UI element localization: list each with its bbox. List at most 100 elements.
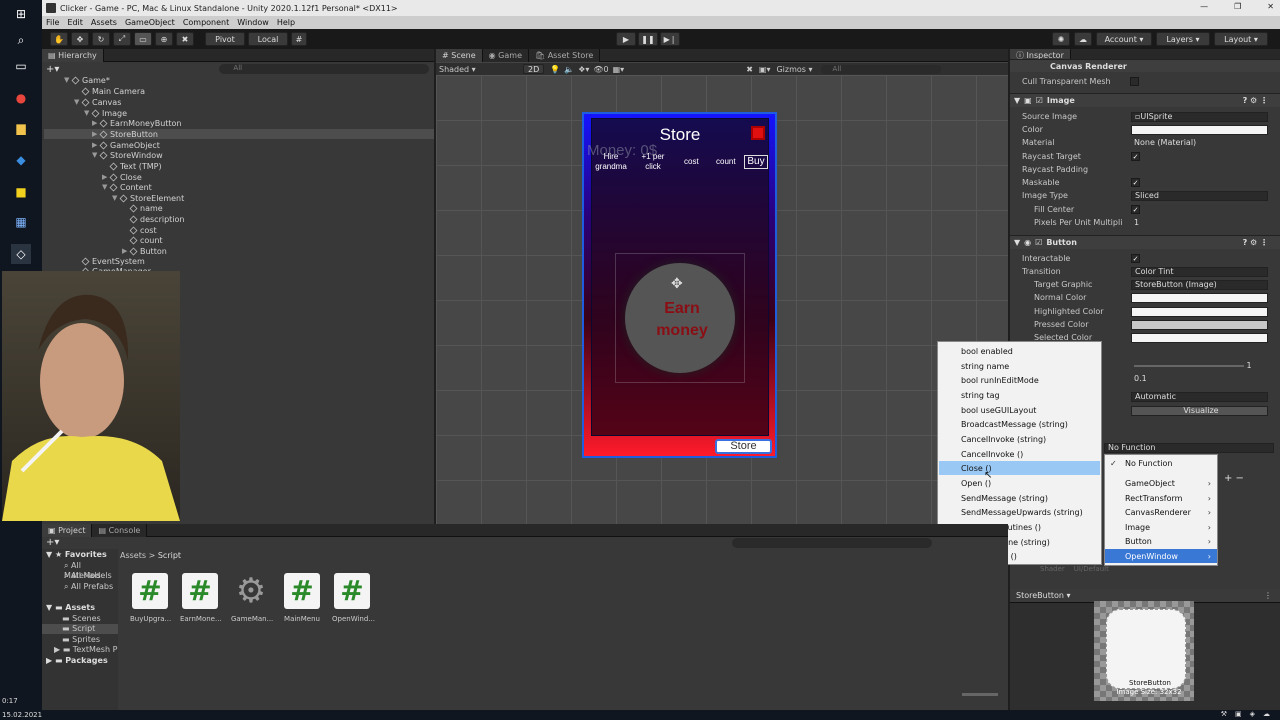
- fill-center-checkbox[interactable]: ✓: [1131, 205, 1140, 214]
- asset-item[interactable]: # BuyUpgra...: [130, 573, 171, 623]
- image-enabled-checkbox[interactable]: ☑: [1036, 96, 1043, 105]
- submenu-gameobject[interactable]: GameObject ›: [1105, 476, 1217, 490]
- layout-dropdown[interactable]: Layout ▾: [1214, 32, 1268, 46]
- target-graphic-field[interactable]: StoreButton (Image): [1131, 279, 1268, 290]
- unity-taskbar-icon[interactable]: ◇: [11, 244, 31, 264]
- tab-game[interactable]: ◉ Game: [482, 48, 529, 62]
- rect-tool-icon[interactable]: ▭: [134, 32, 152, 46]
- add-icon[interactable]: +▾: [46, 64, 59, 75]
- function-dropdown[interactable]: No Function: [1104, 442, 1274, 453]
- hierarchy-row[interactable]: description: [122, 214, 184, 224]
- console-icon[interactable]: ▣: [1235, 710, 1242, 718]
- hierarchy-row[interactable]: ▼ Game*: [64, 75, 110, 85]
- transform-tool-icon[interactable]: ⊕: [155, 32, 173, 46]
- submenu-canvasrenderer[interactable]: CanvasRenderer ›: [1105, 505, 1217, 519]
- scene-search-input[interactable]: All: [820, 64, 941, 74]
- effects-icon[interactable]: ❖▾: [578, 65, 589, 74]
- menu-item-string-name[interactable]: string name: [961, 359, 1009, 373]
- menu-item-string-tag[interactable]: string tag: [961, 388, 1000, 402]
- selected-color-swatch[interactable]: [1131, 332, 1268, 343]
- minimize-button[interactable]: —: [1200, 2, 1208, 11]
- submenu-openwindow[interactable]: OpenWindow ›: [1105, 549, 1217, 563]
- menu-gameobject[interactable]: GameObject: [125, 18, 175, 27]
- expand-icon[interactable]: ▼: [1014, 96, 1020, 105]
- step-button[interactable]: ▶❘: [660, 32, 680, 46]
- menu-edit[interactable]: Edit: [67, 18, 83, 27]
- preview-menu-icon[interactable]: ⋮: [1264, 591, 1272, 600]
- submenu-button[interactable]: Button ›: [1105, 534, 1217, 548]
- grid-icon[interactable]: ▦▾: [613, 65, 625, 74]
- play-button[interactable]: ▶: [616, 32, 636, 46]
- submenu-recttransform[interactable]: RectTransform ›: [1105, 491, 1217, 505]
- hierarchy-row[interactable]: count: [122, 235, 163, 245]
- tree-all-prefabs[interactable]: ⌕ All Prefabs: [64, 582, 113, 592]
- fade-duration-field[interactable]: 0.1: [1131, 374, 1268, 384]
- maskable-checkbox[interactable]: ✓: [1131, 178, 1140, 187]
- progress-icon[interactable]: ◈: [1250, 710, 1255, 718]
- asset-item[interactable]: ⚙ GameMan...: [231, 573, 273, 623]
- multiplier-slider[interactable]: 1: [1131, 361, 1268, 371]
- hierarchy-row-selected[interactable]: ▶ StoreButton: [44, 129, 434, 139]
- expand-icon[interactable]: ▼: [1014, 238, 1020, 247]
- buy-button[interactable]: Buy: [744, 155, 768, 169]
- menu-assets[interactable]: Assets: [91, 18, 117, 27]
- mode-2d-toggle[interactable]: 2D: [523, 64, 545, 74]
- asset-item[interactable]: # EarnMone...: [180, 573, 222, 623]
- tab-asset-store[interactable]: 🛍 Asset Store: [529, 48, 601, 62]
- tab-project[interactable]: ▣ Project: [42, 523, 93, 537]
- gizmos-dropdown[interactable]: Gizmos ▾: [776, 65, 812, 74]
- camera-icon[interactable]: ▣▾: [759, 65, 771, 74]
- tree-favorites[interactable]: ▼ ★ Favorites: [46, 550, 107, 559]
- material-field[interactable]: None (Material): [1131, 138, 1268, 148]
- tab-console[interactable]: ▤ Console: [92, 523, 148, 537]
- menu-file[interactable]: File: [46, 18, 59, 27]
- project-search-input[interactable]: [732, 538, 932, 548]
- add-remove-listener[interactable]: + −: [1224, 473, 1244, 484]
- file-explorer-icon[interactable]: ▆: [11, 118, 31, 138]
- hierarchy-row[interactable]: ▶ GameObject: [92, 140, 160, 150]
- highlighted-color-swatch[interactable]: [1131, 306, 1268, 317]
- hierarchy-row[interactable]: ▶ Button: [122, 246, 167, 256]
- layers-dropdown[interactable]: Layers ▾: [1156, 32, 1210, 46]
- visualize-button[interactable]: Visualize: [1131, 405, 1268, 416]
- menu-item-send-message[interactable]: SendMessage (string): [961, 491, 1048, 505]
- store-close-button[interactable]: [751, 126, 765, 140]
- store-button[interactable]: Store: [715, 439, 772, 454]
- task-view-icon[interactable]: ▭: [11, 56, 31, 76]
- breadcrumb-root[interactable]: Assets: [120, 551, 146, 560]
- normal-color-swatch[interactable]: [1131, 292, 1268, 303]
- source-image-field[interactable]: ▫ UISprite: [1131, 111, 1268, 122]
- maximize-button[interactable]: ❐: [1234, 2, 1241, 11]
- button-component-header[interactable]: ▼ ◉ ☑ Button ? ⚙ ⋮: [1010, 235, 1280, 249]
- tree-sprites[interactable]: ▬ Sprites: [62, 635, 100, 644]
- shader-value[interactable]: UI/Default: [1074, 565, 1109, 573]
- hierarchy-row[interactable]: Main Camera: [74, 86, 145, 96]
- component-menu-icon[interactable]: ? ⚙ ⋮: [1243, 96, 1268, 105]
- hierarchy-row[interactable]: ▼ StoreElement: [112, 193, 184, 203]
- tree-assets[interactable]: ▼ ▬ Assets: [46, 603, 95, 612]
- canvas-renderer-header[interactable]: Canvas Renderer: [1010, 59, 1280, 72]
- tree-packages[interactable]: ▶ ▬ Packages: [46, 656, 108, 665]
- move-tool-icon[interactable]: ✥: [71, 32, 89, 46]
- collab-icon[interactable]: ⚒: [1221, 710, 1227, 718]
- create-asset-icon[interactable]: +▾: [46, 537, 59, 548]
- interactable-checkbox[interactable]: ✓: [1131, 254, 1140, 263]
- image-component-header[interactable]: ▼ ▣ ☑ Image ? ⚙ ⋮: [1010, 93, 1280, 107]
- pressed-color-swatch[interactable]: [1131, 319, 1268, 330]
- calculator-icon[interactable]: ▦: [11, 212, 31, 232]
- navigation-dropdown[interactable]: Automatic: [1131, 391, 1268, 402]
- menu-window[interactable]: Window: [237, 18, 269, 27]
- menu-item-bool-enabled[interactable]: bool enabled: [961, 344, 1013, 358]
- menu-item-broadcast-message[interactable]: BroadcastMessage (string): [961, 417, 1068, 431]
- hierarchy-row[interactable]: ▼ Image: [84, 108, 127, 118]
- breadcrumb-leaf[interactable]: Script: [158, 551, 181, 560]
- tree-scenes[interactable]: ▬ Scenes: [62, 614, 101, 623]
- tree-textmesh[interactable]: ▶ ▬ TextMesh P: [54, 645, 117, 654]
- local-toggle[interactable]: Local: [248, 32, 288, 46]
- rotate-tool-icon[interactable]: ↻: [92, 32, 110, 46]
- menu-item-run-in-edit-mode[interactable]: bool runInEditMode: [961, 373, 1039, 387]
- hierarchy-row[interactable]: ▼ Content: [102, 182, 152, 192]
- hierarchy-row[interactable]: cost: [122, 225, 157, 235]
- submenu-no-function[interactable]: ✓ No Function: [1105, 456, 1217, 470]
- hierarchy-row[interactable]: ▶ EarnMoneyButton: [92, 118, 182, 128]
